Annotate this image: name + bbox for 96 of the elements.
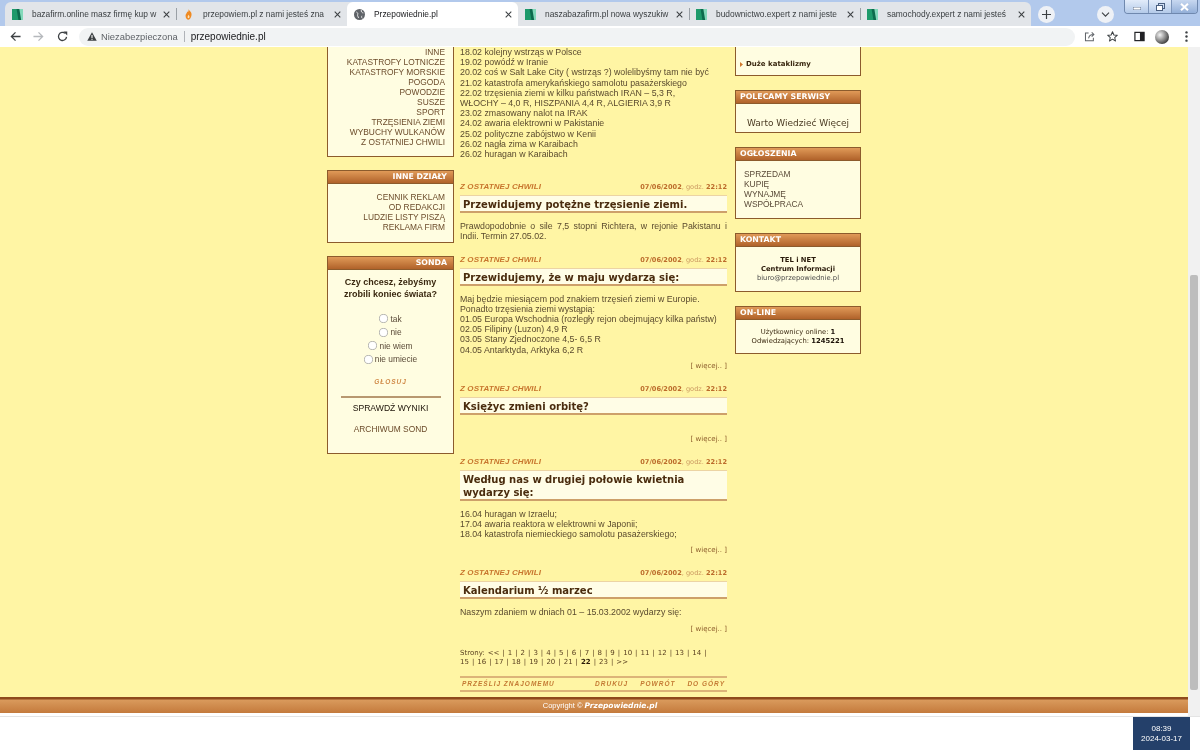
chevron-icon <box>1101 11 1110 17</box>
minimize-icon <box>1132 7 1141 10</box>
ad-link[interactable]: SPRZEDAM <box>744 169 791 179</box>
article-title: Kalendarium ½ marzec <box>460 581 727 600</box>
plus-icon <box>1042 9 1051 19</box>
archive-link[interactable]: ARCHIWUM SOND <box>353 424 428 434</box>
article-text: 17.04 awaria reaktora w elektrowni w Japonii; <box>460 519 638 530</box>
square-logo-icon <box>867 8 878 20</box>
category-link[interactable]: INNE <box>425 47 445 57</box>
ad-link[interactable]: KUPIĘ <box>744 179 770 189</box>
news-line: 20.02 coś w Salt Lake City ( wstrząs ?) wolelibyśmy tam nie być <box>460 67 709 78</box>
section-link[interactable]: REKLAMA FIRM <box>382 222 445 232</box>
bullet-icon <box>740 61 743 67</box>
article-title: Księżyc zmieni orbitę? <box>460 396 727 415</box>
news-line: 26.02 nagła zima w Karaibach <box>460 138 578 150</box>
article-text: 16.04 huragan w Izraelu; <box>460 508 557 520</box>
restore-icon <box>1155 2 1165 11</box>
news-line: 25.02 polityczne zabójstwo w Kenii <box>460 128 596 139</box>
close-icon[interactable] <box>1018 10 1025 18</box>
category-link[interactable]: POGODA <box>408 77 445 87</box>
security-chip[interactable]: Niezabezpieczona <box>87 31 178 42</box>
article-text: Maj będzie miesiącem pod znakiem trzęsień ziemi w Europie. <box>460 293 700 304</box>
close-icon <box>1180 2 1189 11</box>
new-tab-button[interactable] <box>1038 5 1055 23</box>
close-icon[interactable] <box>847 10 854 18</box>
news-line: 26.02 huragan w Karaibach <box>460 149 568 160</box>
poll-question: Czy chcesz, żebyśmy zrobili koniec świata? <box>343 277 438 300</box>
article-text: Naszym zdaniem w dniach 01 – 15.03.2002 wydarzy się: <box>460 607 682 618</box>
close-button[interactable] <box>1171 0 1197 13</box>
ad-link[interactable]: WSPÓŁPRACA <box>744 199 804 209</box>
radio-button[interactable] <box>379 327 389 337</box>
option-label[interactable]: nie <box>390 327 402 338</box>
ad-link[interactable]: WYNAJMĘ <box>744 189 786 199</box>
browser-tab[interactable]: naszabazafirm.pl nowa wyszukiw <box>518 2 689 26</box>
reload-icon[interactable] <box>57 31 68 42</box>
category-link[interactable]: KATASTROFY MORSKIE <box>349 67 445 77</box>
radio-button[interactable] <box>363 354 373 364</box>
news-line: 21.02 katastrofa amerykańskiego samolotu pasażerskiego <box>460 77 687 88</box>
news-line: WŁOCHY – 4,0 R, HISZPANIA 4,4 R, ALGIERIA 3,9 R <box>460 98 671 109</box>
side-panel-icon[interactable] <box>1134 31 1145 42</box>
article-text: 01.05 Europa Wschodnia (rozległy rejon obejmujący kilka państw) <box>460 314 717 325</box>
browser-tab[interactable]: bazafirm.online masz firmę kup w <box>5 2 176 26</box>
tab-search-button[interactable] <box>1097 5 1114 23</box>
star-icon[interactable] <box>1107 31 1118 42</box>
service-link[interactable]: Warto Wiedzieć Więcej <box>746 117 850 129</box>
square-logo-icon <box>525 8 536 20</box>
option-label[interactable]: nie wiem <box>379 340 413 351</box>
scrollbar[interactable] <box>1188 47 1200 716</box>
article-title: Przewidujemy potężne trzęsienie ziemi. <box>460 195 727 214</box>
browser-tab[interactable]: Przepowiednie.pl <box>347 2 518 26</box>
section-link[interactable]: OD REDAKCJI <box>388 202 445 212</box>
category-link[interactable]: SUSZE <box>417 97 445 107</box>
category-link[interactable]: WYBUCHY WULKANÓW <box>349 127 445 137</box>
news-line: 19.02 powódź w Iranie <box>460 57 549 68</box>
menu-icon[interactable] <box>1185 31 1188 42</box>
results-link[interactable]: SPRAWDŹ WYNIKI <box>352 403 429 413</box>
avatar-icon[interactable] <box>1155 29 1169 44</box>
close-icon[interactable] <box>505 10 512 18</box>
warning-icon <box>87 32 97 41</box>
article-text: 18.04 katastrofa niemieckiego samolotu pasażerskiego; <box>460 529 677 540</box>
section-link[interactable]: CENNIK REKLAM <box>376 192 445 202</box>
scrollbar-thumb[interactable] <box>1190 275 1198 690</box>
radio-button[interactable] <box>368 341 378 351</box>
news-line: 24.02 awaria elektrowni w Pakistanie <box>460 118 605 129</box>
flame-icon <box>183 8 194 20</box>
address-field[interactable]: Niezabezpieczona przepowiednie.pl <box>79 27 1075 46</box>
article-text: Ponadto trzęsienia ziemi wystąpią: <box>460 303 595 315</box>
square-logo-icon <box>12 8 23 20</box>
article-text: 02.05 Filipiny (Luzon) 4,9 R <box>460 324 568 335</box>
category-link[interactable]: TRZĘSIENIA ZIEMI <box>371 117 445 127</box>
article-title: Według nas w drugiej połowie kwietnia wydarzy się: <box>460 469 727 501</box>
category-link[interactable]: Z OSTATNIEJ CHWILI <box>361 137 445 147</box>
article-title: Przewidujemy, że w maju wydarzą się: <box>460 267 727 286</box>
restore-button[interactable] <box>1148 0 1171 13</box>
article-text: Prawdopodobnie o sile 7,5 stopni Richtera, w rejonie Pakistanu i Indii. Termin 27.05.02. <box>460 221 727 242</box>
square-logo-icon <box>696 8 707 20</box>
globe-icon <box>354 8 365 20</box>
url-text: przepowiednie.pl <box>190 31 266 42</box>
option-label[interactable]: nie umiecie <box>374 354 418 365</box>
close-icon[interactable] <box>163 10 170 18</box>
option-label[interactable]: tak <box>390 313 402 324</box>
category-link[interactable]: POWODZIE <box>399 87 445 97</box>
radio-button[interactable] <box>379 314 389 324</box>
article-text: 04.05 Antarktyda, Arktyka 6,2 R <box>460 344 584 355</box>
section-link[interactable]: LUDZIE LISTY PISZĄ <box>363 212 445 222</box>
back-arrow-icon[interactable] <box>10 31 21 42</box>
close-icon[interactable] <box>676 10 683 18</box>
close-icon[interactable] <box>334 10 341 18</box>
share-icon[interactable] <box>1084 31 1095 42</box>
category-link[interactable]: KATASTROFY LOTNICZE <box>346 57 445 67</box>
news-line: 22.02 trzęsienia ziemi w kilku państwach IRAN – 5,3 R, <box>460 87 676 98</box>
news-line: 23.02 zmasowany nalot na IRAK <box>460 108 588 119</box>
taskbar-clock[interactable]: 08:39 2024-03-17 <box>1133 717 1190 750</box>
news-line: 18.02 kolejny wstrząs w Polsce <box>460 47 582 58</box>
article-text: 03.05 Stany Zjednoczone 4,5- 6,5 R <box>460 334 601 345</box>
category-link[interactable]: SPORT <box>416 107 445 117</box>
